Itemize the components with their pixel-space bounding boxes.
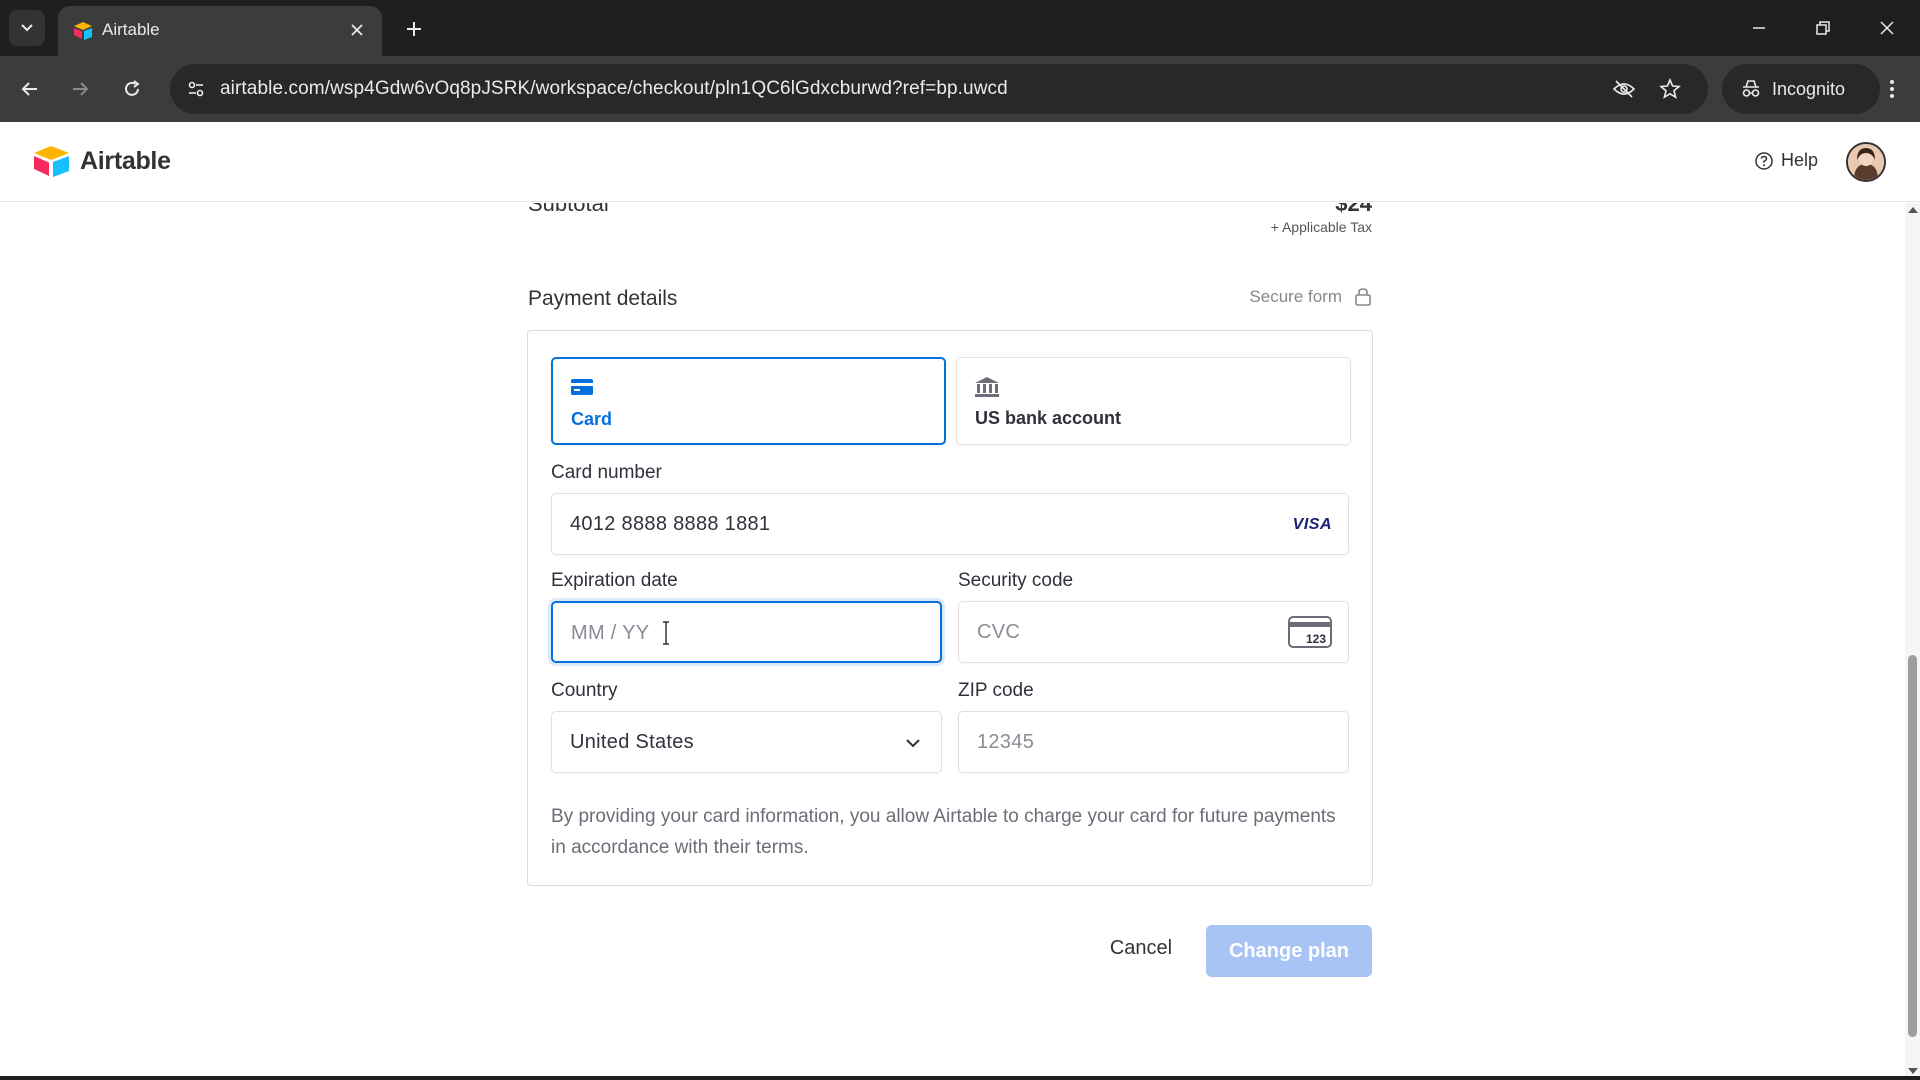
back-button[interactable] <box>10 69 50 109</box>
incognito-label: Incognito <box>1772 78 1846 99</box>
security-code-field[interactable]: CVC 123 <box>958 601 1349 663</box>
bookmark-star-icon[interactable] <box>1654 73 1686 105</box>
security-code-placeholder: CVC <box>977 621 1021 643</box>
arrow-right-icon <box>73 82 89 96</box>
tab-close-icon[interactable] <box>346 19 368 41</box>
more-vertical-icon <box>1890 80 1894 98</box>
browser-toolbar: airtable.com/wsp4Gdw6vOq8pJSRK/workspace… <box>0 56 1920 122</box>
expiration-date-field[interactable]: MM / YY <box>551 601 942 663</box>
zip-code-placeholder: 12345 <box>977 731 1035 753</box>
site-settings-icon[interactable] <box>180 73 212 105</box>
browser-tab[interactable]: Airtable <box>58 6 382 56</box>
chevron-down-icon <box>906 739 920 748</box>
payment-method-bank[interactable]: US bank account <box>956 357 1351 445</box>
browser-tab-bar: Airtable <box>0 0 1920 56</box>
help-icon <box>1755 151 1773 170</box>
security-code-label: Security code <box>958 570 1074 591</box>
payment-form: Card US bank account Card number 4012 88… <box>527 330 1373 886</box>
page-scrollbar[interactable] <box>1905 203 1920 1080</box>
country-value: United States <box>570 731 694 753</box>
payment-method-card[interactable]: Card <box>551 357 946 445</box>
payment-details-title: Payment details <box>528 287 678 310</box>
country-select[interactable]: United States <box>551 711 942 773</box>
reload-icon <box>125 80 140 96</box>
avatar[interactable] <box>1846 142 1886 182</box>
scroll-down-arrow-icon[interactable] <box>1908 1068 1918 1074</box>
app-header: Airtable Help <box>0 122 1920 202</box>
subtotal-value: $24 <box>1335 203 1372 216</box>
country-label: Country <box>551 680 618 701</box>
card-number-label: Card number <box>551 462 662 483</box>
airtable-logo[interactable]: Airtable <box>32 144 171 178</box>
zip-code-label: ZIP code <box>958 680 1034 701</box>
payment-method-card-label: Card <box>571 409 613 429</box>
plus-icon <box>407 22 421 36</box>
text-cursor-icon <box>663 621 669 645</box>
incognito-indicator[interactable]: Incognito <box>1722 64 1880 114</box>
arrow-left-icon <box>21 82 37 96</box>
payment-method-bank-label: US bank account <box>975 408 1122 428</box>
card-number-value: 4012 8888 8888 1881 <box>570 513 771 535</box>
minimize-icon <box>1753 27 1765 29</box>
subtotal-label: Subtotal <box>528 203 609 216</box>
close-window-button[interactable] <box>1862 10 1912 46</box>
user-avatar-icon <box>1848 144 1884 180</box>
reload-button[interactable] <box>112 69 152 109</box>
restore-icon <box>1816 21 1830 35</box>
bank-icon <box>975 377 999 397</box>
airtable-logo-icon <box>34 146 69 177</box>
cancel-button[interactable]: Cancel <box>1100 925 1182 971</box>
cvc-card-icon: 123 <box>1288 616 1332 648</box>
expiration-date-placeholder: MM / YY <box>571 622 650 644</box>
secure-form-indicator: Secure form <box>1230 287 1372 307</box>
visa-brand-icon: VISA <box>1292 516 1332 533</box>
minimize-button[interactable] <box>1734 10 1784 46</box>
window-bottom-border <box>0 1076 1920 1080</box>
lock-icon <box>1355 288 1371 306</box>
restore-button[interactable] <box>1798 10 1848 46</box>
address-bar[interactable]: airtable.com/wsp4Gdw6vOq8pJSRK/workspace… <box>170 64 1708 114</box>
incognito-icon <box>1742 80 1760 97</box>
scroll-up-arrow-icon[interactable] <box>1908 207 1918 213</box>
tax-note: + Applicable Tax <box>1270 219 1372 235</box>
card-consent-text: By providing your card information, you … <box>551 806 1336 858</box>
airtable-favicon-icon <box>74 22 92 40</box>
zip-code-field[interactable]: 12345 <box>958 711 1349 773</box>
checkout-content: Subtotal $24 + Applicable Tax Payment de… <box>0 203 1905 1080</box>
logo-text: Airtable <box>80 146 171 175</box>
change-plan-button[interactable]: Change plan <box>1206 925 1372 977</box>
secure-form-label: Secure form <box>1249 287 1342 306</box>
help-label: Help <box>1781 150 1819 170</box>
new-tab-button[interactable] <box>398 13 430 45</box>
tracking-protection-icon[interactable] <box>1608 73 1640 105</box>
cvc-icon-text: 123 <box>1306 632 1326 646</box>
tab-title: Airtable <box>102 20 160 39</box>
scrollbar-thumb[interactable] <box>1908 655 1917 1037</box>
close-icon <box>1880 21 1894 35</box>
browser-menu-button[interactable] <box>1872 69 1912 109</box>
forward-button[interactable] <box>60 69 100 109</box>
help-link[interactable]: Help <box>1754 150 1818 171</box>
card-number-field[interactable]: 4012 8888 8888 1881 VISA <box>551 493 1349 555</box>
credit-card-icon <box>571 379 593 395</box>
url-text: airtable.com/wsp4Gdw6vOq8pJSRK/workspace… <box>220 78 1008 99</box>
expiration-date-label: Expiration date <box>551 570 678 591</box>
chevron-down-icon <box>21 24 33 32</box>
tab-search-button[interactable] <box>9 10 45 46</box>
